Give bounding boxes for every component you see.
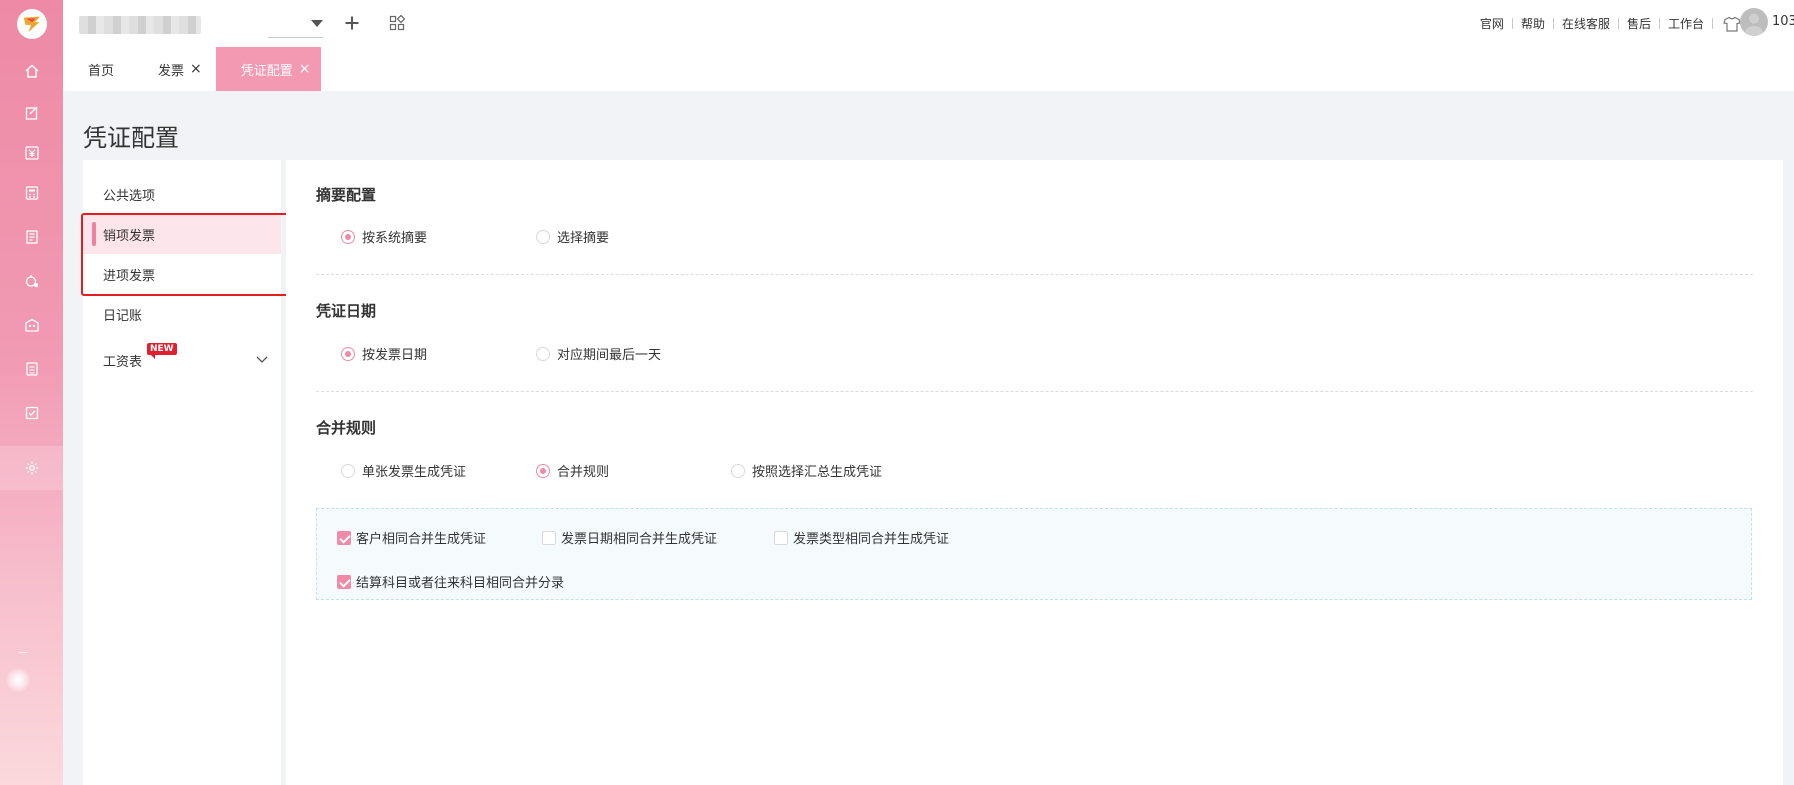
- settings-side-menu: 公共选项 销项发票 进项发票 日记账 工资表 NEW: [83, 160, 281, 785]
- calculator-icon[interactable]: [0, 171, 63, 215]
- tab-label: 凭证配置: [240, 63, 293, 79]
- radio-icon: [536, 463, 550, 478]
- menu-item-label: 销项发票: [103, 228, 156, 244]
- radio-select-summary[interactable]: 选择摘要: [536, 227, 609, 246]
- radio-label: 合并规则: [557, 465, 610, 480]
- link-workbench[interactable]: 工作台: [1660, 15, 1712, 32]
- voucher-config-panel: 摘要配置 按系统摘要 选择摘要 凭证日期 按发票日期 对应期间最后一天 合并规则…: [286, 160, 1783, 785]
- menu-item-label: 工资表: [103, 354, 143, 370]
- checkbox-icon: [542, 530, 556, 545]
- tab-label: 发票: [158, 63, 185, 79]
- radio-period-last-day[interactable]: 对应期间最后一天: [536, 344, 661, 363]
- checkbox-label: 发票日期相同合并生成凭证: [561, 532, 718, 547]
- settings-icon[interactable]: [0, 446, 63, 490]
- tab-invoice[interactable]: 发票 ×: [128, 47, 216, 91]
- ledger-icon[interactable]: [0, 215, 63, 259]
- link-after-sales[interactable]: 售后: [1619, 15, 1659, 32]
- rail-dash: [19, 652, 27, 653]
- home-icon[interactable]: [0, 49, 63, 93]
- company-select[interactable]: [268, 16, 323, 38]
- asset-icon[interactable]: [0, 259, 63, 303]
- link-help[interactable]: 帮助: [1513, 15, 1553, 32]
- radio-icon: [341, 463, 355, 478]
- radio-summary-by-selection[interactable]: 按照选择汇总生成凭证: [731, 461, 882, 480]
- building-icon[interactable]: [0, 303, 63, 347]
- section-divider: [316, 274, 1753, 275]
- left-nav-rail: [0, 0, 63, 785]
- add-icon[interactable]: [341, 12, 363, 34]
- radio-label: 按系统摘要: [362, 231, 428, 246]
- section-title-merge-rules: 合并规则: [316, 419, 377, 437]
- rail-glow-decoration: [6, 668, 30, 692]
- merge-options-box: 客户相同合并生成凭证 发票日期相同合并生成凭证 发票类型相同合并生成凭证 结算科…: [316, 508, 1752, 600]
- tab-voucher-config[interactable]: 凭证配置 ×: [215, 47, 321, 91]
- tag-icon[interactable]: [0, 391, 63, 435]
- chevron-down-icon: [311, 20, 323, 27]
- app-logo-icon[interactable]: [17, 9, 47, 39]
- report-icon[interactable]: [0, 347, 63, 391]
- checkbox-merge-same-date[interactable]: 发票日期相同合并生成凭证: [542, 528, 717, 547]
- menu-item-journal[interactable]: 日记账: [83, 294, 281, 334]
- section-divider: [316, 391, 1753, 392]
- checkbox-icon: [774, 530, 788, 545]
- menu-item-sales-invoice[interactable]: 销项发票: [83, 214, 281, 254]
- checkbox-label: 发票类型相同合并生成凭证: [793, 532, 950, 547]
- section-title-summary: 摘要配置: [316, 186, 377, 204]
- tab-label: 首页: [88, 63, 115, 79]
- apps-grid-icon[interactable]: [386, 12, 408, 34]
- radio-invoice-date[interactable]: 按发票日期: [341, 344, 427, 363]
- tab-home[interactable]: 首页: [63, 47, 128, 91]
- close-icon[interactable]: ×: [190, 61, 202, 77]
- checkbox-merge-same-customer[interactable]: 客户相同合并生成凭证: [337, 528, 486, 547]
- radio-label: 按发票日期: [362, 348, 428, 363]
- top-links: 官网 帮助 在线客服 售后 工作台: [1472, 0, 1752, 47]
- radio-icon: [731, 463, 745, 478]
- chevron-down-icon[interactable]: [255, 352, 269, 370]
- yuan-icon[interactable]: [0, 131, 63, 175]
- edit-icon[interactable]: [0, 91, 63, 135]
- checkbox-icon: [337, 530, 351, 545]
- avatar[interactable]: [1740, 8, 1768, 36]
- section-title-voucher-date: 凭证日期: [316, 302, 377, 320]
- checkbox-merge-same-type[interactable]: 发票类型相同合并生成凭证: [774, 528, 949, 547]
- checkbox-label: 客户相同合并生成凭证: [356, 532, 487, 547]
- checkbox-icon: [337, 574, 351, 589]
- radio-icon: [341, 229, 355, 244]
- company-name-blurred: [79, 16, 201, 34]
- checkbox-label: 结算科目或者往来科目相同合并分录: [356, 576, 565, 591]
- user-id[interactable]: 103: [1772, 14, 1794, 29]
- menu-item-label: 公共选项: [103, 188, 156, 204]
- close-icon[interactable]: ×: [299, 61, 311, 77]
- menu-item-purchase-invoice[interactable]: 进项发票: [83, 254, 281, 294]
- radio-label: 选择摘要: [557, 231, 610, 246]
- tab-bar: 首页 发票 × 凭证配置 ×: [63, 47, 1794, 91]
- radio-icon: [536, 346, 550, 361]
- radio-single-invoice-voucher[interactable]: 单张发票生成凭证: [341, 461, 466, 480]
- radio-system-summary[interactable]: 按系统摘要: [341, 227, 427, 246]
- menu-item-payroll[interactable]: 工资表 NEW: [83, 340, 281, 380]
- new-badge: NEW: [147, 343, 177, 359]
- checkbox-merge-same-account[interactable]: 结算科目或者往来科目相同合并分录: [337, 572, 564, 591]
- link-official-site[interactable]: 官网: [1472, 15, 1512, 32]
- menu-item-label: 进项发票: [103, 268, 156, 284]
- radio-merge-rule[interactable]: 合并规则: [536, 461, 609, 480]
- radio-label: 对应期间最后一天: [557, 348, 662, 363]
- link-online-service[interactable]: 在线客服: [1554, 15, 1618, 32]
- menu-item-common-options[interactable]: 公共选项: [83, 174, 281, 214]
- page-title: 凭证配置: [83, 124, 179, 152]
- top-bar: 官网 帮助 在线客服 售后 工作台 103: [63, 0, 1794, 47]
- radio-label: 按照选择汇总生成凭证: [752, 465, 883, 480]
- menu-item-label: 日记账: [103, 308, 143, 324]
- radio-label: 单张发票生成凭证: [362, 465, 467, 480]
- radio-icon: [341, 346, 355, 361]
- radio-icon: [536, 229, 550, 244]
